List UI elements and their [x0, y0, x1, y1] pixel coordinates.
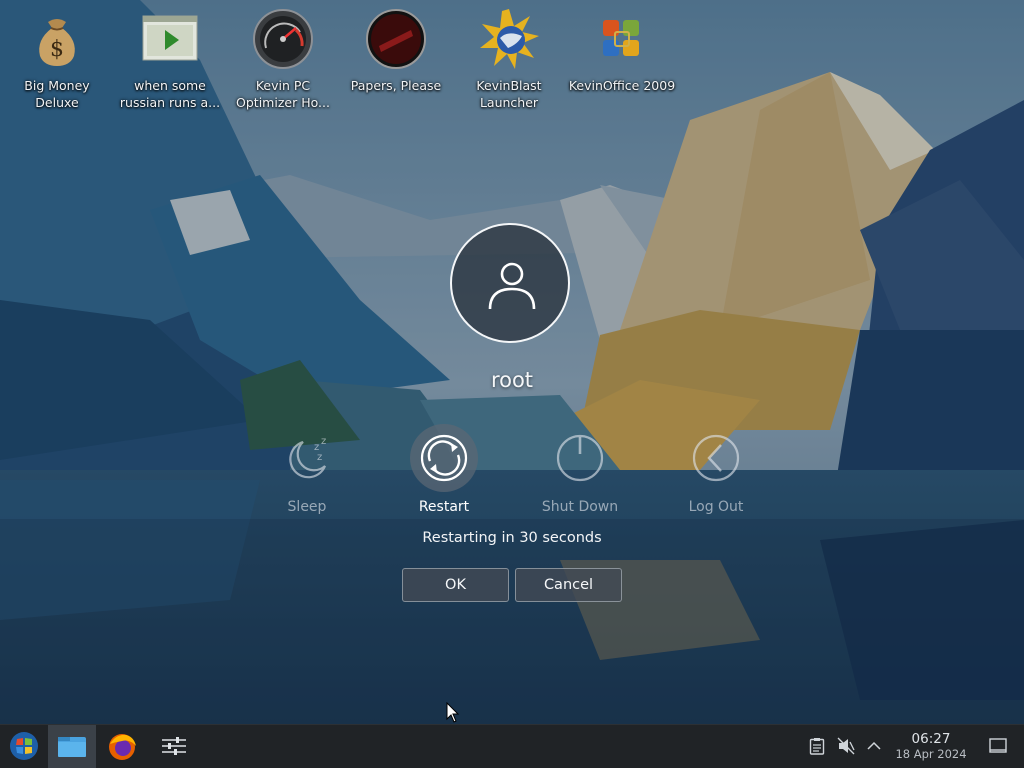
firefox-icon [109, 734, 136, 760]
clock-time[interactable]: 06:27 [890, 731, 972, 747]
desktop-icon-label: Kevin PC Optimizer Ho... [236, 78, 330, 110]
lower-panel [0, 519, 1024, 724]
video-file-icon [142, 15, 198, 61]
restart-countdown-text: Restarting in 30 seconds [422, 530, 602, 546]
desktop-icon-big-money-deluxe[interactable]: $ Big Money Deluxe [2, 8, 112, 111]
file-manager-icon [58, 737, 86, 757]
sleep-icon: z z z [289, 436, 326, 479]
desktop-icon-kevinblast-launcher[interactable]: KevinBlast Launcher [454, 8, 564, 111]
desktop-icon-label: Big Money Deluxe [24, 78, 90, 110]
taskbar-file-manager[interactable] [48, 725, 96, 768]
username-label: root [490, 368, 534, 392]
show-desktop-button[interactable] [982, 725, 1024, 768]
desktop-icon-papers-please[interactable]: Papers, Please [341, 8, 451, 94]
desktop-icon-label: when some russian runs a... [119, 78, 221, 110]
mouse-cursor-icon [446, 702, 460, 723]
desktop-icon-label: Papers, Please [350, 78, 442, 93]
sleep-button[interactable]: z z z Sleep [247, 424, 367, 515]
user-avatar [450, 223, 570, 343]
desktop-icon-label: KevinOffice 2009 [568, 78, 676, 93]
ok-button[interactable]: OK [402, 568, 509, 602]
clock-date[interactable]: 18 Apr 2024 [890, 747, 972, 761]
starburst-globe-icon [480, 9, 539, 69]
tray-expand-icon[interactable] [866, 739, 882, 753]
desktop-icon-video[interactable]: when some russian runs a... [115, 8, 225, 111]
restart-button[interactable]: Restart [384, 424, 504, 515]
logout-icon [692, 434, 740, 482]
cancel-button[interactable]: Cancel [515, 568, 622, 602]
shutdown-icon [556, 434, 604, 482]
shut-down-label: Shut Down [541, 499, 619, 515]
svg-text:$: $ [50, 37, 64, 62]
taskbar-settings[interactable] [150, 725, 198, 768]
start-menu-button[interactable] [0, 725, 48, 768]
settings-sliders-icon [162, 737, 186, 755]
money-bag-icon: $ [39, 19, 75, 66]
volume-muted-icon[interactable] [837, 737, 855, 755]
user-icon [488, 262, 536, 310]
desktop-icon-kevin-pc-optimizer[interactable]: Kevin PC Optimizer Ho... [228, 8, 338, 111]
taskbar-firefox[interactable] [98, 725, 146, 768]
office-icon [603, 20, 639, 56]
desktop-icon-kevinoffice-2009[interactable]: KevinOffice 2009 [567, 8, 677, 94]
svg-text:z: z [321, 436, 326, 447]
log-out-label: Log Out [688, 499, 744, 515]
speedometer-icon [253, 9, 313, 69]
desktop-icon-label: KevinBlast Launcher [476, 78, 542, 110]
shut-down-button[interactable]: Shut Down [520, 424, 640, 515]
clipboard-icon[interactable] [809, 737, 825, 755]
sleep-label: Sleep [287, 499, 327, 515]
show-desktop-icon [989, 738, 1007, 753]
svg-text:z: z [317, 452, 322, 463]
restart-label: Restart [418, 499, 470, 515]
papers-please-icon [366, 9, 426, 69]
log-out-button[interactable]: Log Out [656, 424, 776, 515]
taskbar [0, 724, 1024, 768]
restart-icon [420, 434, 468, 482]
start-menu-icon [10, 732, 38, 760]
